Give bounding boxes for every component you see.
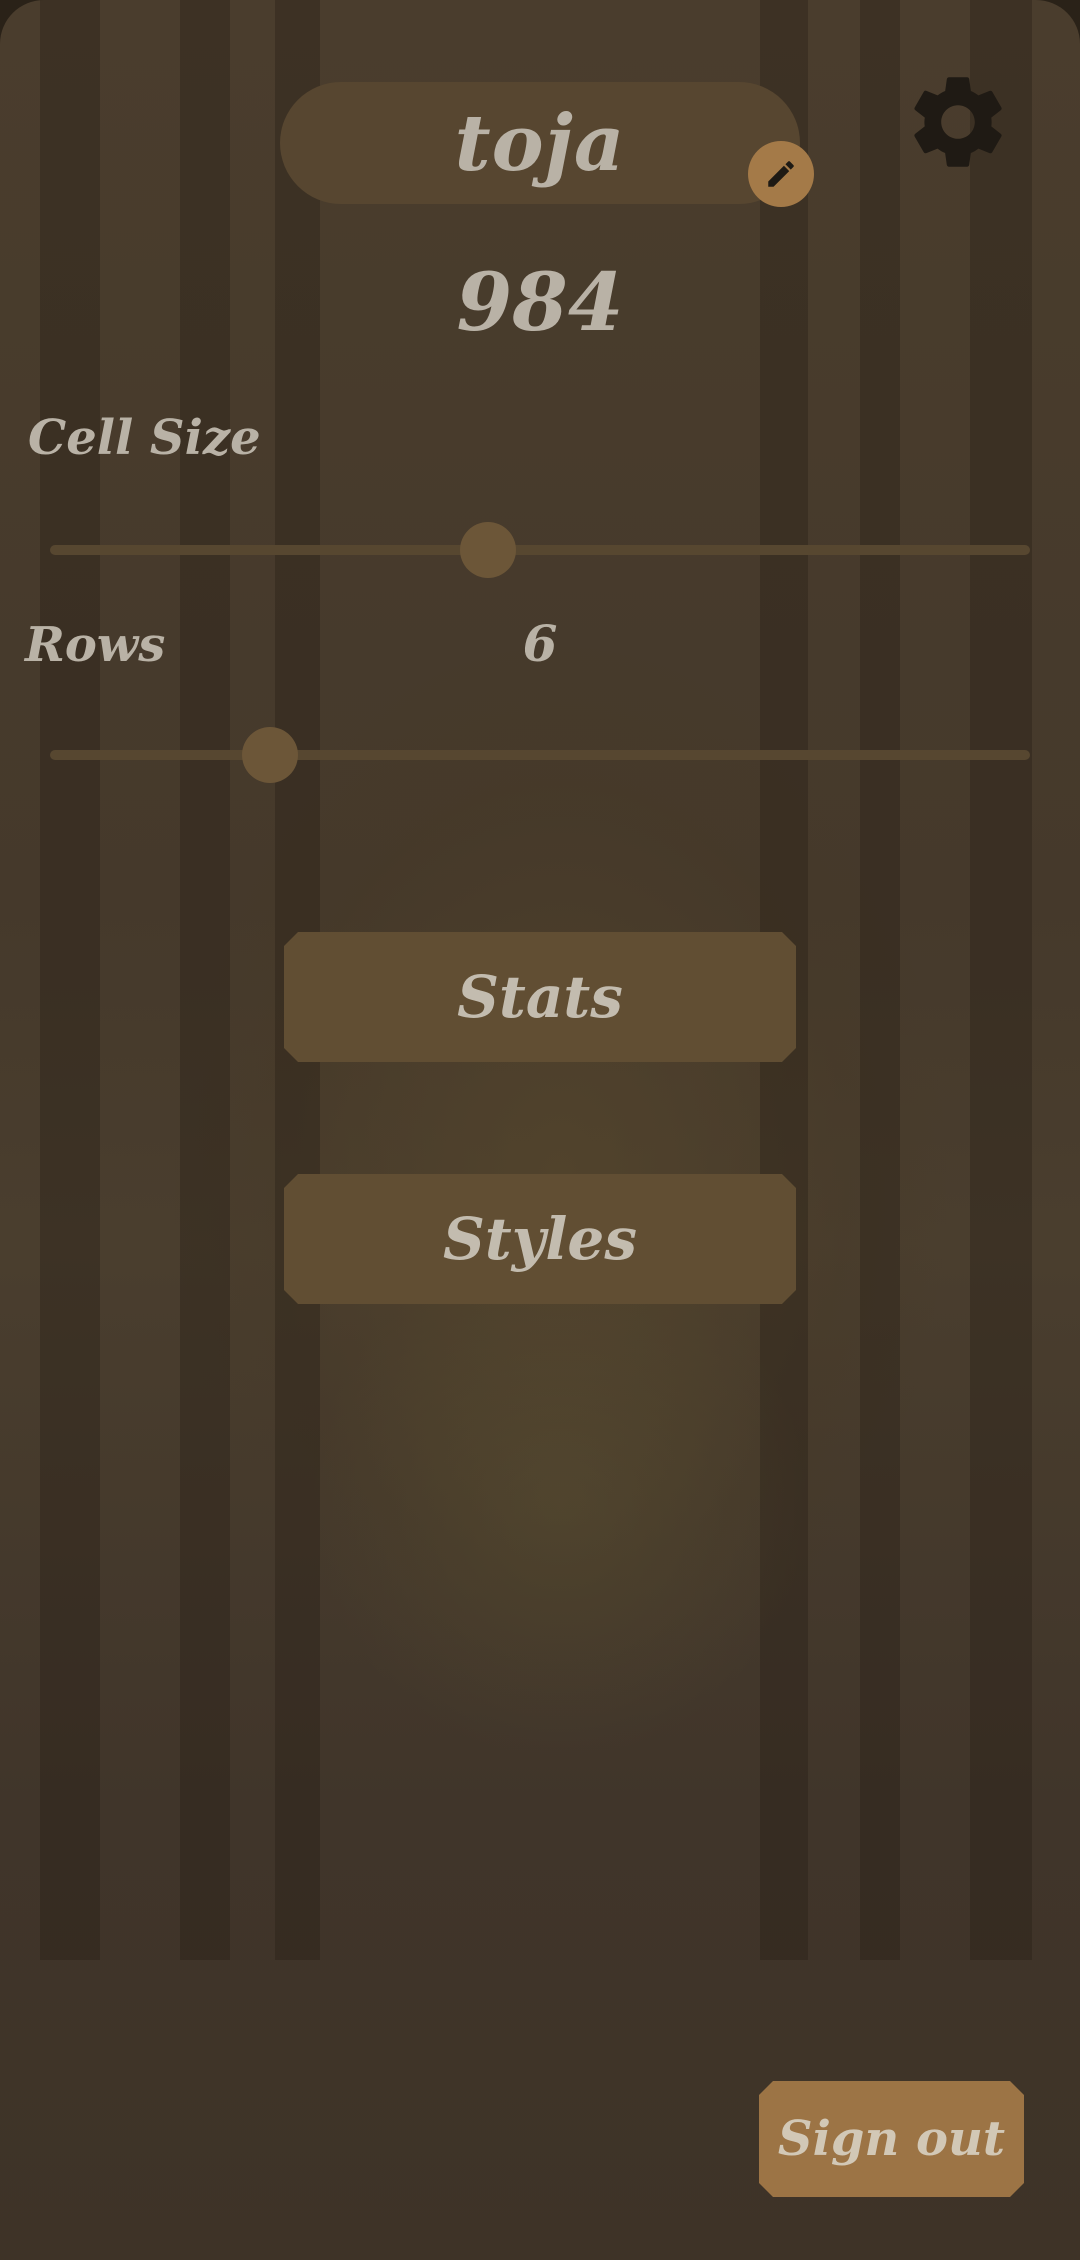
score-value: 984 [456,255,624,349]
rows-label: Rows [25,617,166,673]
styles-button[interactable]: Styles [284,1174,796,1304]
stats-button[interactable]: Stats [284,932,796,1062]
edit-username-button[interactable] [748,141,814,207]
rows-slider-thumb[interactable] [242,727,298,783]
stats-button-label: Stats [457,963,623,1031]
settings-button[interactable] [900,64,1016,180]
gear-icon [914,77,1002,167]
rows-slider[interactable] [50,750,1030,760]
styles-button-label: Styles [443,1205,637,1273]
username-pill: toja [280,82,800,204]
profile-screen: toja 984 Cell Size Rows 6 Stats Styles S… [0,0,1080,2260]
username-text: toja [454,97,626,189]
cell-size-slider[interactable] [50,545,1030,555]
sign-out-button[interactable]: Sign out [759,2081,1024,2197]
cell-size-label: Cell Size [28,410,261,466]
rows-value: 6 [522,614,558,673]
sign-out-label: Sign out [777,2111,1006,2167]
background-glow [310,1240,810,1760]
pencil-icon [768,161,794,187]
cell-size-slider-thumb[interactable] [460,522,516,578]
